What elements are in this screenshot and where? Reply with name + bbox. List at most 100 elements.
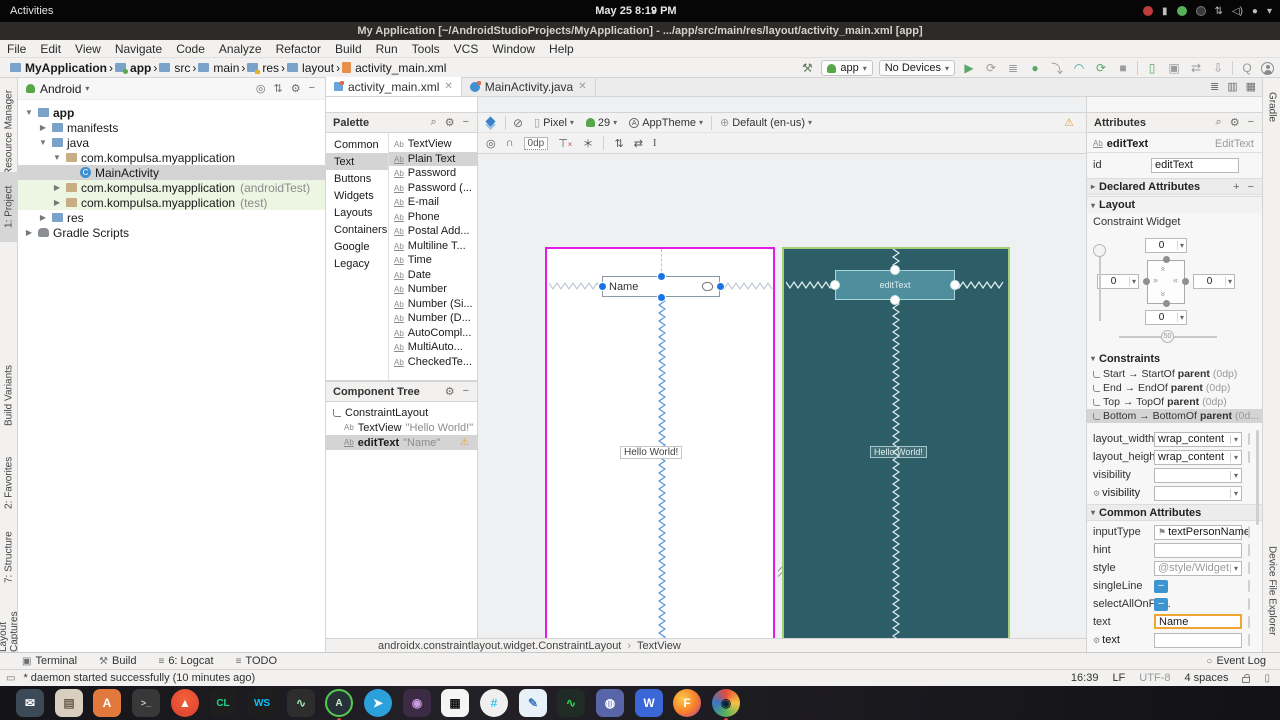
menu-build[interactable]: Build [328, 42, 369, 56]
caret-position[interactable]: 16:39 [1071, 672, 1099, 684]
palette-cat-buttons[interactable]: Buttons [326, 170, 388, 187]
palette-cat-layouts[interactable]: Layouts [326, 204, 388, 221]
palette-item-checkedtextview[interactable]: Ab CheckedTe... [389, 355, 477, 369]
palette-cat-legacy[interactable]: Legacy [326, 255, 388, 272]
event-log-button[interactable]: ○ Event Log [1206, 655, 1266, 667]
palette-cat-text[interactable]: Text [326, 153, 388, 170]
menu-run[interactable]: Run [369, 42, 405, 56]
dock-text-editor[interactable]: ✎ [519, 689, 547, 717]
tree-item-manifests[interactable]: ▶ manifests [18, 120, 325, 135]
dock-ubuntu-software[interactable]: A [93, 689, 121, 717]
palette-item-password[interactable]: Ab Password [389, 166, 477, 180]
theme-dropdown[interactable]: A AppTheme ▾ [625, 117, 707, 129]
dock-slack[interactable]: # [480, 689, 508, 717]
layout-section[interactable]: ▾ Layout [1087, 196, 1262, 213]
palette-item-multiautocomplete[interactable]: Ab MultiAuto... [389, 340, 477, 354]
bottom-constraint-dot[interactable] [1163, 300, 1170, 307]
menu-edit[interactable]: Edit [33, 42, 68, 56]
dock-webstorm[interactable]: WS [248, 689, 276, 717]
tool-favorites[interactable]: 2: Favorites [0, 448, 18, 518]
palette-cat-google[interactable]: Google [326, 238, 388, 255]
dock-media-app[interactable]: ◉ [403, 689, 431, 717]
menu-tools[interactable]: Tools [405, 42, 447, 56]
search-everywhere-icon[interactable]: Q [1239, 61, 1255, 75]
dock-files[interactable]: ▤ [55, 689, 83, 717]
editor-grid-icon[interactable]: ▦ [1246, 80, 1256, 93]
dock-brave[interactable]: ▲ [171, 689, 199, 717]
dock-discord[interactable]: ◍ [596, 689, 624, 717]
orientation-icon[interactable]: ⊘ [510, 116, 526, 130]
palette-item-phone[interactable]: Ab Phone [389, 210, 477, 224]
layout-height-combo[interactable]: wrap_content ▾ [1154, 449, 1242, 465]
palette-item-number[interactable]: Ab Number [389, 282, 477, 296]
breadcrumb-src[interactable]: src [157, 61, 192, 75]
palette-item-time[interactable]: Ab Time [389, 253, 477, 267]
margin-end-combo[interactable]: 0 ▾ [1193, 274, 1235, 289]
palette-item-textview[interactable]: Ab TextView [389, 137, 477, 151]
hide-icon[interactable]: − [463, 385, 469, 398]
text-input[interactable]: Name [1154, 614, 1242, 629]
file-encoding[interactable]: UTF-8 [1139, 672, 1170, 684]
vertical-bias-knob[interactable] [1093, 244, 1106, 257]
status-message[interactable]: * daemon started successfully (10 minute… [23, 672, 255, 684]
activities-button[interactable]: Activities [10, 5, 53, 17]
anchor-top[interactable] [890, 265, 900, 275]
menu-vcs[interactable]: VCS [447, 42, 486, 56]
clear-constraints-icon[interactable]: ⊤× [558, 137, 572, 150]
dock-qr-code[interactable]: ▦ [441, 689, 469, 717]
tool-todo[interactable]: ≡ TODO [236, 655, 277, 667]
system-tray[interactable]: ▮ ⇅ ◁) ● ▾ [1142, 0, 1272, 22]
editor-list-icon[interactable]: ≣ [1210, 80, 1219, 93]
tool-terminal[interactable]: ▣ Terminal [22, 655, 77, 667]
autoconnect-off-icon[interactable]: ∩ [506, 137, 514, 149]
tool-build-variants[interactable]: Build Variants [0, 352, 18, 440]
layout-width-combo[interactable]: wrap_content ▾ [1154, 431, 1242, 447]
declared-attributes-section[interactable]: ▸ Declared Attributes + − [1087, 178, 1262, 195]
constraint-bottom[interactable]: Bottom → BottomOf parent (0d... [1087, 409, 1262, 423]
breadcrumb-constraintlayout[interactable]: androidx.constraintlayout.widget.Constra… [378, 640, 621, 652]
hide-panel-icon[interactable]: − [309, 82, 315, 95]
device-selector[interactable]: No Devices ▾ [878, 60, 955, 76]
logcat-window-icon[interactable]: ▣ [1166, 61, 1182, 75]
palette-item-multiline[interactable]: Ab Multiline T... [389, 239, 477, 253]
gear-icon[interactable]: ⚙ [1230, 116, 1240, 129]
search-icon[interactable]: ⌕ [1216, 116, 1222, 129]
sync-gradle-icon[interactable]: ⇄ [1188, 61, 1204, 75]
tools-visibility-combo[interactable]: ▾ [1154, 485, 1242, 501]
breadcrumb-textview[interactable]: TextView [637, 640, 681, 652]
tree-item-package-androidtest[interactable]: ▶ com.kompulsa.myapplication (androidTest… [18, 180, 325, 195]
tool-build[interactable]: ⚒ Build [99, 655, 136, 667]
margin-start-combo[interactable]: 0 ▾ [1097, 274, 1139, 289]
constraint-start[interactable]: Start → StartOf parent (0dp) [1087, 367, 1262, 381]
locale-dropdown[interactable]: ⊕ Default (en-us) ▾ [716, 116, 816, 130]
align-icon[interactable]: ⇄ [634, 137, 643, 150]
dock-system-monitor[interactable]: ∿ [557, 689, 585, 717]
design-view-phone[interactable]: Name Hello World! [545, 247, 775, 657]
readonly-lock-icon[interactable] [1242, 673, 1251, 683]
pack-icon[interactable]: ⇅ [614, 137, 623, 150]
tool-resource-manager[interactable]: Resource Manager [0, 85, 18, 180]
guidelines-icon[interactable]: I [653, 137, 657, 149]
close-tab-icon[interactable]: ✕ [444, 81, 452, 92]
view-options-icon[interactable]: ◎ [486, 137, 496, 150]
palette-cat-widgets[interactable]: Widgets [326, 187, 388, 204]
menu-help[interactable]: Help [542, 42, 581, 56]
palette-item-number-decimal[interactable]: Ab Number (D... [389, 311, 477, 325]
remove-attribute-icon[interactable]: − [1248, 181, 1254, 193]
menu-navigate[interactable]: Navigate [108, 42, 169, 56]
power-menu-icon[interactable]: ▾ [1267, 6, 1272, 17]
menu-code[interactable]: Code [169, 42, 212, 56]
breadcrumb-app[interactable]: app [113, 61, 153, 75]
profile-avatar[interactable] [1261, 61, 1274, 75]
textview-hello-world[interactable]: Hello World! [870, 446, 927, 458]
design-surface-mode-icon[interactable] [485, 115, 496, 127]
window-title-bar[interactable]: My Application [~/AndroidStudioProjects/… [0, 22, 1280, 40]
close-tab-icon[interactable]: ✕ [578, 81, 586, 92]
device-manager-icon[interactable]: ▯ [1144, 61, 1160, 75]
dock-wave-monitor[interactable]: ∿ [287, 689, 315, 717]
menu-file[interactable]: File [0, 42, 33, 56]
menu-analyze[interactable]: Analyze [212, 42, 269, 56]
common-attributes-section[interactable]: ▾ Common Attributes [1087, 504, 1262, 521]
collapse-all-icon[interactable]: ⇅ [273, 82, 282, 95]
palette-item-plain-text[interactable]: Ab Plain Text [389, 152, 477, 166]
